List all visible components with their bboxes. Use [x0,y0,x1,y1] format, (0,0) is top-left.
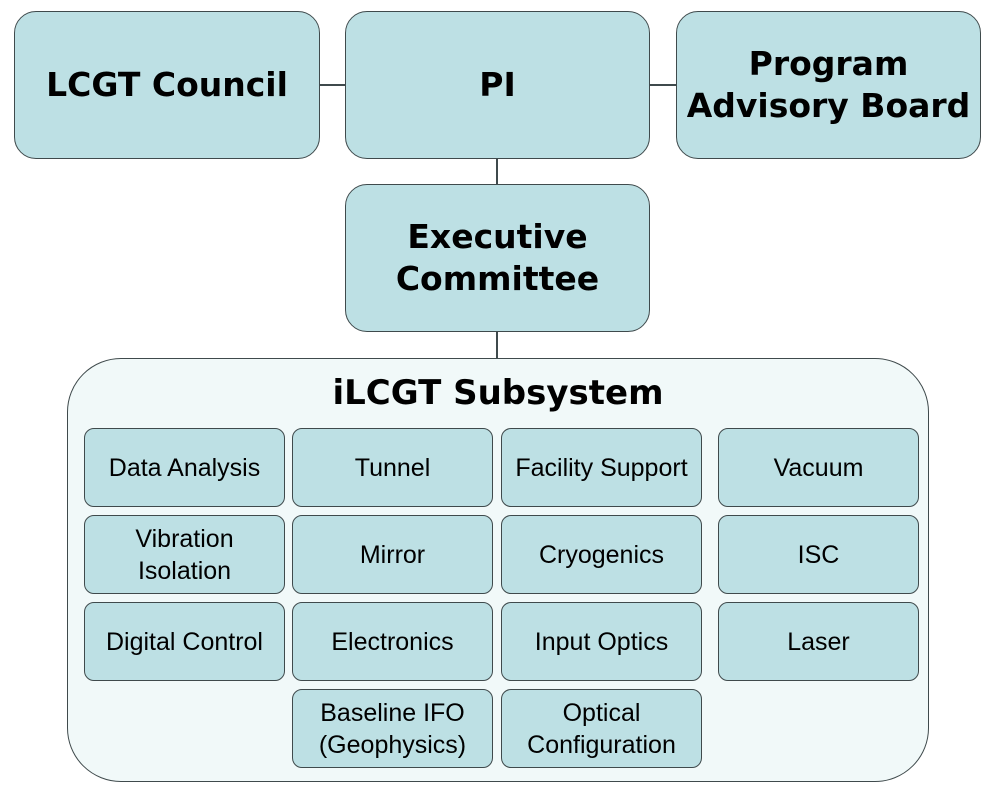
subsystem-title: iLCGT Subsystem [332,373,664,413]
pi-box[interactable]: PI [345,11,650,159]
lcgt-council-box[interactable]: LCGT Council [14,11,320,159]
program-advisory-board-box[interactable]: Program Advisory Board [676,11,981,159]
cell-input-optics[interactable]: Input Optics [501,602,702,681]
cell-label-line2: Isolation [137,556,232,585]
pi-label: PI [479,65,516,104]
cell-label-line2: Configuration [527,730,676,759]
advisory-label-line2: Advisory Board [686,86,971,125]
cell-label: Cryogenics [538,540,665,569]
cell-label-line1: Optical [562,698,641,727]
cell-mirror[interactable]: Mirror [292,515,493,594]
cell-cryogenics[interactable]: Cryogenics [501,515,702,594]
cell-vibration-isolation[interactable]: Vibration Isolation [84,515,285,594]
cell-laser[interactable]: Laser [718,602,919,681]
cell-optical-configuration[interactable]: Optical Configuration [501,689,702,768]
cell-isc[interactable]: ISC [718,515,919,594]
connector-executive-subsystem [496,331,498,359]
cell-vacuum[interactable]: Vacuum [718,428,919,507]
lcgt-council-label: LCGT Council [46,65,288,104]
cell-label: Facility Support [515,453,688,482]
cell-facility-support[interactable]: Facility Support [501,428,702,507]
cell-label-line2: (Geophysics) [318,730,467,759]
cell-label: Input Optics [534,627,669,656]
cell-tunnel[interactable]: Tunnel [292,428,493,507]
executive-label-line2: Committee [395,259,600,298]
cell-label: Tunnel [354,453,431,482]
cell-digital-control[interactable]: Digital Control [84,602,285,681]
cell-label: Mirror [359,540,426,569]
cell-label: Laser [787,627,850,656]
cell-label: Digital Control [105,627,263,656]
cell-label-line1: Vibration [135,524,234,553]
cell-electronics[interactable]: Electronics [292,602,493,681]
cell-baseline-ifo[interactable]: Baseline IFO (Geophysics) [292,689,493,768]
cell-label: Data Analysis [108,453,261,482]
cell-label: Vacuum [773,453,864,482]
connector-council-pi [319,84,346,86]
cell-data-analysis[interactable]: Data Analysis [84,428,285,507]
connector-pi-executive [496,158,498,185]
cell-label: Electronics [331,627,454,656]
connector-pi-advisory [649,84,676,86]
cell-label-line1: Baseline IFO [320,698,465,727]
executive-committee-box[interactable]: Executive Committee [345,184,650,332]
executive-label-line1: Executive [407,217,588,256]
advisory-label-line1: Program [748,44,909,83]
cell-label: ISC [797,540,840,569]
